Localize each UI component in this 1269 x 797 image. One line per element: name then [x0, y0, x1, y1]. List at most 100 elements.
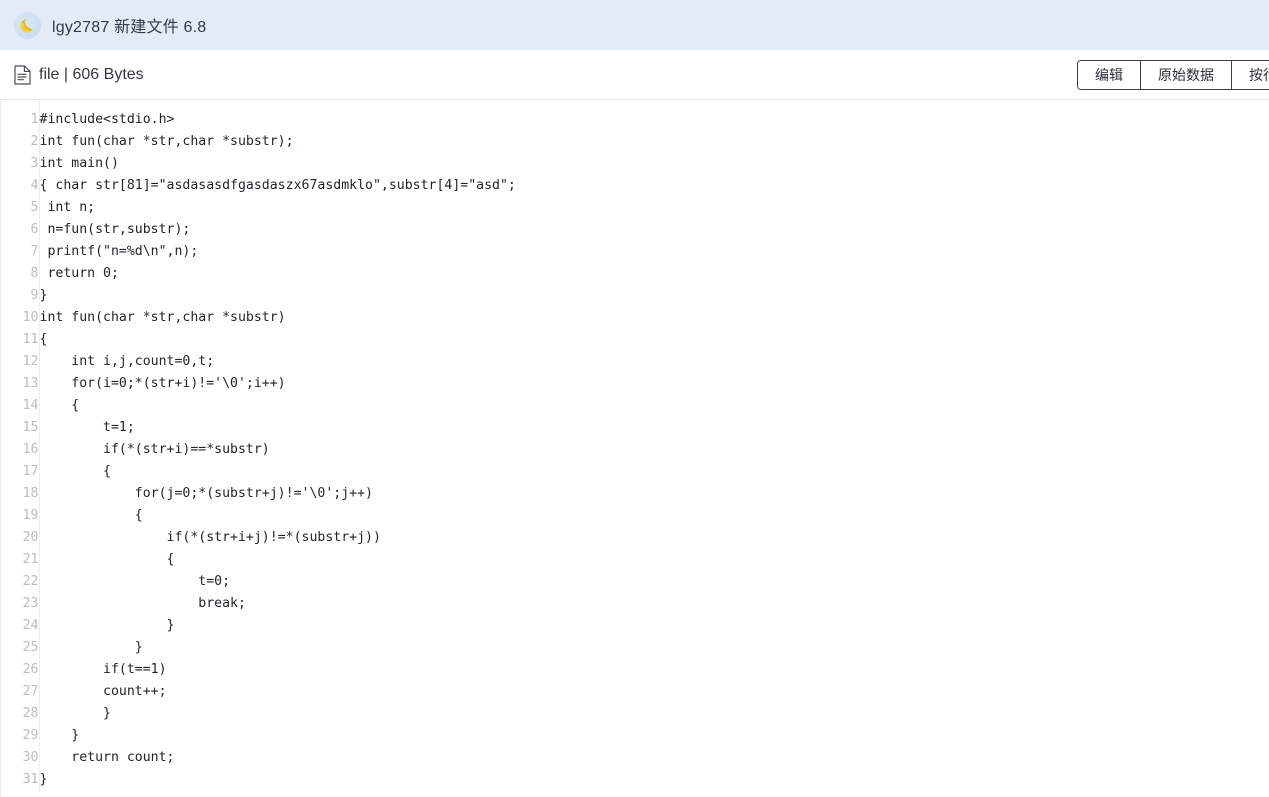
code-line-row: 7 printf("n=%d\n",n);	[1, 241, 1269, 263]
code-table: 1 #include<stdio.h> 2 int fun(char *str,cha…	[1, 100, 1269, 791]
line-number[interactable]: 28	[1, 703, 40, 725]
code-line-row: 11{	[1, 329, 1269, 351]
code-line-text[interactable]: }	[39, 725, 1269, 747]
line-number[interactable]: 7	[1, 241, 40, 263]
line-number[interactable]: 10	[1, 307, 40, 329]
code-line-text[interactable]: t=0;	[39, 571, 1269, 593]
line-number[interactable]: 24	[1, 615, 40, 637]
code-line-row: 14 {	[1, 395, 1269, 417]
line-number[interactable]: 27	[1, 681, 40, 703]
document-icon	[14, 64, 31, 85]
file-action-button-group: 编辑 原始数据 按行	[1077, 60, 1269, 90]
code-line-row: 29 }	[1, 725, 1269, 747]
line-number[interactable]: 16	[1, 439, 40, 461]
code-line-text[interactable]: return 0;	[39, 263, 1269, 285]
code-line-text[interactable]: {	[39, 505, 1269, 527]
code-line-text[interactable]: if(*(str+i)==*substr)	[39, 439, 1269, 461]
code-line-row: 23 break;	[1, 593, 1269, 615]
code-line-text[interactable]: {	[39, 395, 1269, 417]
code-line-row: 10 int fun(char *str,char *substr)	[1, 307, 1269, 329]
code-line-text[interactable]: }	[39, 285, 1269, 307]
code-line-row: 1 #include<stdio.h>	[1, 100, 1269, 131]
code-line-text[interactable]: if(*(str+i+j)!=*(substr+j))	[39, 527, 1269, 549]
code-line-text[interactable]: count++;	[39, 681, 1269, 703]
code-line-row: 24 }	[1, 615, 1269, 637]
line-number[interactable]: 25	[1, 637, 40, 659]
code-line-text[interactable]: for(i=0;*(str+i)!='\0';i++)	[39, 373, 1269, 395]
line-number[interactable]: 15	[1, 417, 40, 439]
code-line-text[interactable]: n=fun(str,substr);	[39, 219, 1269, 241]
line-number[interactable]: 9	[1, 285, 40, 307]
by-line-button[interactable]: 按行	[1231, 61, 1269, 89]
code-viewer[interactable]: 1 #include<stdio.h> 2 int fun(char *str,cha…	[0, 100, 1269, 797]
code-line-text[interactable]: int n;	[39, 197, 1269, 219]
code-line-row: 6 n=fun(str,substr);	[1, 219, 1269, 241]
line-number[interactable]: 13	[1, 373, 40, 395]
code-line-text[interactable]: }	[39, 615, 1269, 637]
file-meta: file | 606 Bytes	[14, 64, 144, 85]
code-line-text[interactable]: return count;	[39, 747, 1269, 769]
code-line-row: 2 int fun(char *str,char *substr);	[1, 131, 1269, 153]
line-number[interactable]: 17	[1, 461, 40, 483]
code-line-text[interactable]: for(j=0;*(substr+j)!='\0';j++)	[39, 483, 1269, 505]
code-line-text[interactable]: #include<stdio.h>	[39, 100, 1269, 131]
line-number[interactable]: 6	[1, 219, 40, 241]
code-line-text[interactable]: int fun(char *str,char *substr);	[39, 131, 1269, 153]
code-line-row: 8 return 0;	[1, 263, 1269, 285]
code-line-row: 5 int n;	[1, 197, 1269, 219]
code-line-row: 18 for(j=0;*(substr+j)!='\0';j++)	[1, 483, 1269, 505]
line-number[interactable]: 29	[1, 725, 40, 747]
code-line-row: 17 {	[1, 461, 1269, 483]
line-number[interactable]: 26	[1, 659, 40, 681]
code-line-text[interactable]: int fun(char *str,char *substr)	[39, 307, 1269, 329]
line-number[interactable]: 14	[1, 395, 40, 417]
line-number[interactable]: 4	[1, 175, 40, 197]
edit-button[interactable]: 编辑	[1078, 61, 1140, 89]
line-number[interactable]: 12	[1, 351, 40, 373]
code-line-text[interactable]: {	[39, 461, 1269, 483]
line-number[interactable]: 19	[1, 505, 40, 527]
line-number[interactable]: 18	[1, 483, 40, 505]
app-bar: lgy2787 新建文件 6.8	[0, 0, 1269, 50]
line-number[interactable]: 20	[1, 527, 40, 549]
code-line-row: 31}	[1, 769, 1269, 791]
line-number[interactable]: 2	[1, 131, 40, 153]
code-line-row: 4{ char str[81]="asdasasdfgasdaszx67asdm…	[1, 175, 1269, 197]
line-number[interactable]: 1	[1, 100, 40, 131]
code-line-row: 30 return count;	[1, 747, 1269, 769]
code-line-row: 16 if(*(str+i)==*substr)	[1, 439, 1269, 461]
line-number[interactable]: 11	[1, 329, 40, 351]
code-line-text[interactable]: }	[39, 769, 1269, 791]
code-line-text[interactable]: { char str[81]="asdasasdfgasdaszx67asdmk…	[39, 175, 1269, 197]
line-number[interactable]: 8	[1, 263, 40, 285]
code-body: 1 #include<stdio.h> 2 int fun(char *str,cha…	[1, 100, 1269, 791]
code-line-row: 27 count++;	[1, 681, 1269, 703]
line-number[interactable]: 5	[1, 197, 40, 219]
code-line-text[interactable]: if(t==1)	[39, 659, 1269, 681]
code-line-text[interactable]: int main()	[39, 153, 1269, 175]
code-line-row: 19 {	[1, 505, 1269, 527]
line-number[interactable]: 30	[1, 747, 40, 769]
code-line-text[interactable]: }	[39, 637, 1269, 659]
line-number[interactable]: 21	[1, 549, 40, 571]
code-line-text[interactable]: int i,j,count=0,t;	[39, 351, 1269, 373]
file-name-and-size: file | 606 Bytes	[39, 65, 144, 83]
code-line-text[interactable]: {	[39, 329, 1269, 351]
code-line-row: 28 }	[1, 703, 1269, 725]
code-line-row: 15 t=1;	[1, 417, 1269, 439]
code-line-text[interactable]: t=1;	[39, 417, 1269, 439]
raw-data-button[interactable]: 原始数据	[1140, 61, 1231, 89]
banana-moon-logo-icon	[14, 11, 41, 39]
code-line-text[interactable]: }	[39, 703, 1269, 725]
code-line-row: 12 int i,j,count=0,t;	[1, 351, 1269, 373]
code-line-text[interactable]: printf("n=%d\n",n);	[39, 241, 1269, 263]
code-line-text[interactable]: break;	[39, 593, 1269, 615]
line-number[interactable]: 31	[1, 769, 40, 791]
line-number[interactable]: 3	[1, 153, 40, 175]
line-number[interactable]: 23	[1, 593, 40, 615]
line-number[interactable]: 22	[1, 571, 40, 593]
app-title: lgy2787 新建文件 6.8	[52, 19, 207, 36]
code-line-row: 22 t=0;	[1, 571, 1269, 593]
code-line-text[interactable]: {	[39, 549, 1269, 571]
code-line-row: 20 if(*(str+i+j)!=*(substr+j))	[1, 527, 1269, 549]
